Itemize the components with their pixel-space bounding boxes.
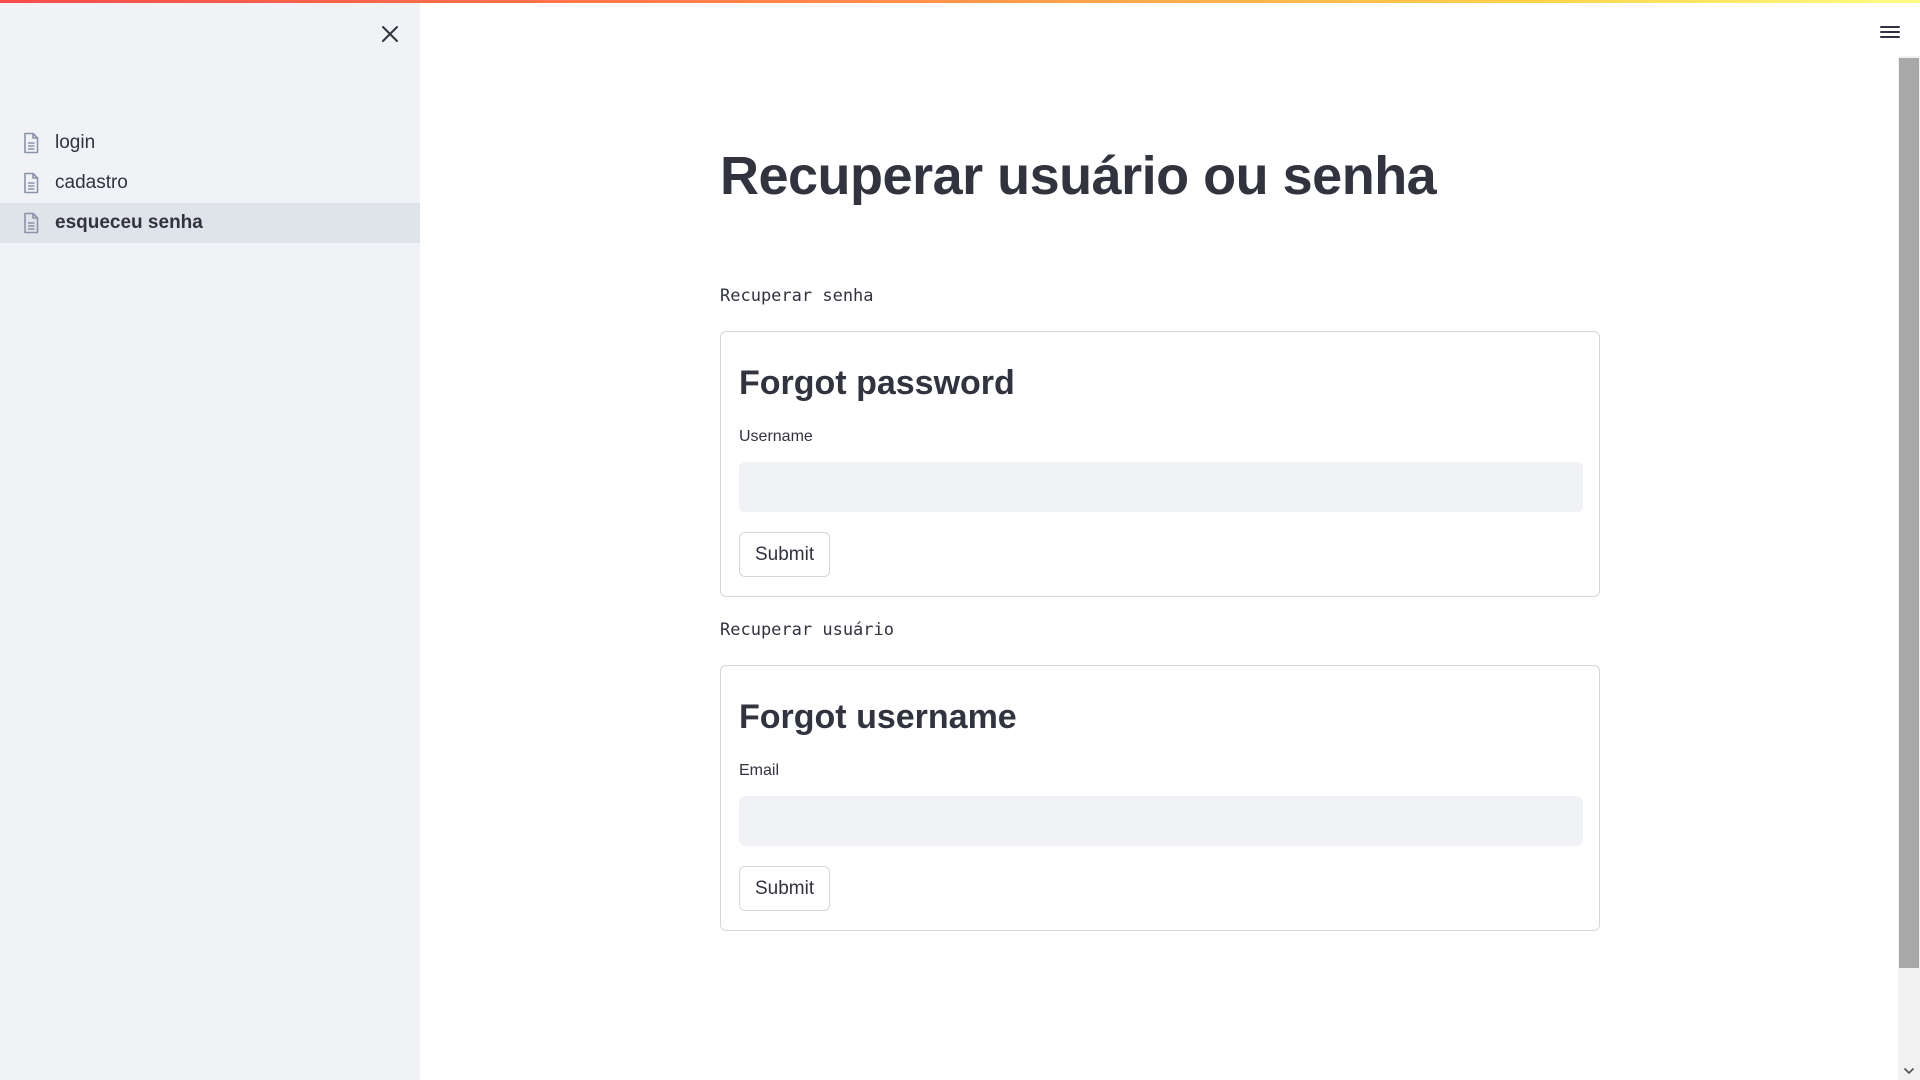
main-menu-button[interactable] [1876, 18, 1904, 46]
email-label: Email [739, 762, 780, 779]
section-label-recuperar-senha: Recuperar senha [720, 286, 874, 306]
hamburger-menu-icon [1880, 26, 1900, 38]
username-label: Username [739, 428, 813, 445]
document-icon [22, 132, 42, 154]
chevron-down-icon [1903, 1067, 1915, 1075]
close-icon [382, 26, 398, 42]
sidebar-item-label: esqueceu senha [55, 212, 203, 233]
scroll-down-button[interactable] [1898, 1062, 1920, 1080]
header-decoration-bar [0, 0, 1920, 3]
form-title: Forgot password [739, 364, 1015, 402]
sidebar-item-cadastro[interactable]: cadastro [0, 163, 420, 203]
sidebar-item-esqueceu-senha[interactable]: esqueceu senha [0, 203, 420, 243]
page-scrollbar[interactable] [1898, 56, 1920, 1080]
sidebar-item-login[interactable]: login [0, 123, 420, 163]
forgot-username-submit-button[interactable]: Submit [739, 866, 831, 911]
email-input[interactable] [739, 796, 1583, 846]
sidebar-nav: login cadastro esqueceu senha [0, 123, 420, 243]
page-title: Recuperar usuário ou senha [720, 146, 1437, 206]
scrollbar-thumb[interactable] [1899, 58, 1919, 968]
username-input[interactable] [739, 462, 1583, 512]
section-label-recuperar-usuario: Recuperar usuário [720, 620, 894, 640]
close-sidebar-button[interactable] [374, 18, 406, 50]
main-content: Recuperar usuário ou senha Recuperar sen… [420, 0, 1900, 1080]
forgot-password-submit-button[interactable]: Submit [739, 532, 831, 577]
forgot-password-form: Forgot password Username Submit [720, 331, 1600, 597]
form-title: Forgot username [739, 698, 1017, 736]
document-icon [22, 172, 42, 194]
sidebar: login cadastro esqueceu senha [0, 0, 420, 1080]
document-icon [22, 212, 42, 234]
sidebar-item-label: login [55, 132, 96, 153]
forgot-username-form: Forgot username Email Submit [720, 665, 1600, 931]
sidebar-item-label: cadastro [55, 172, 128, 193]
